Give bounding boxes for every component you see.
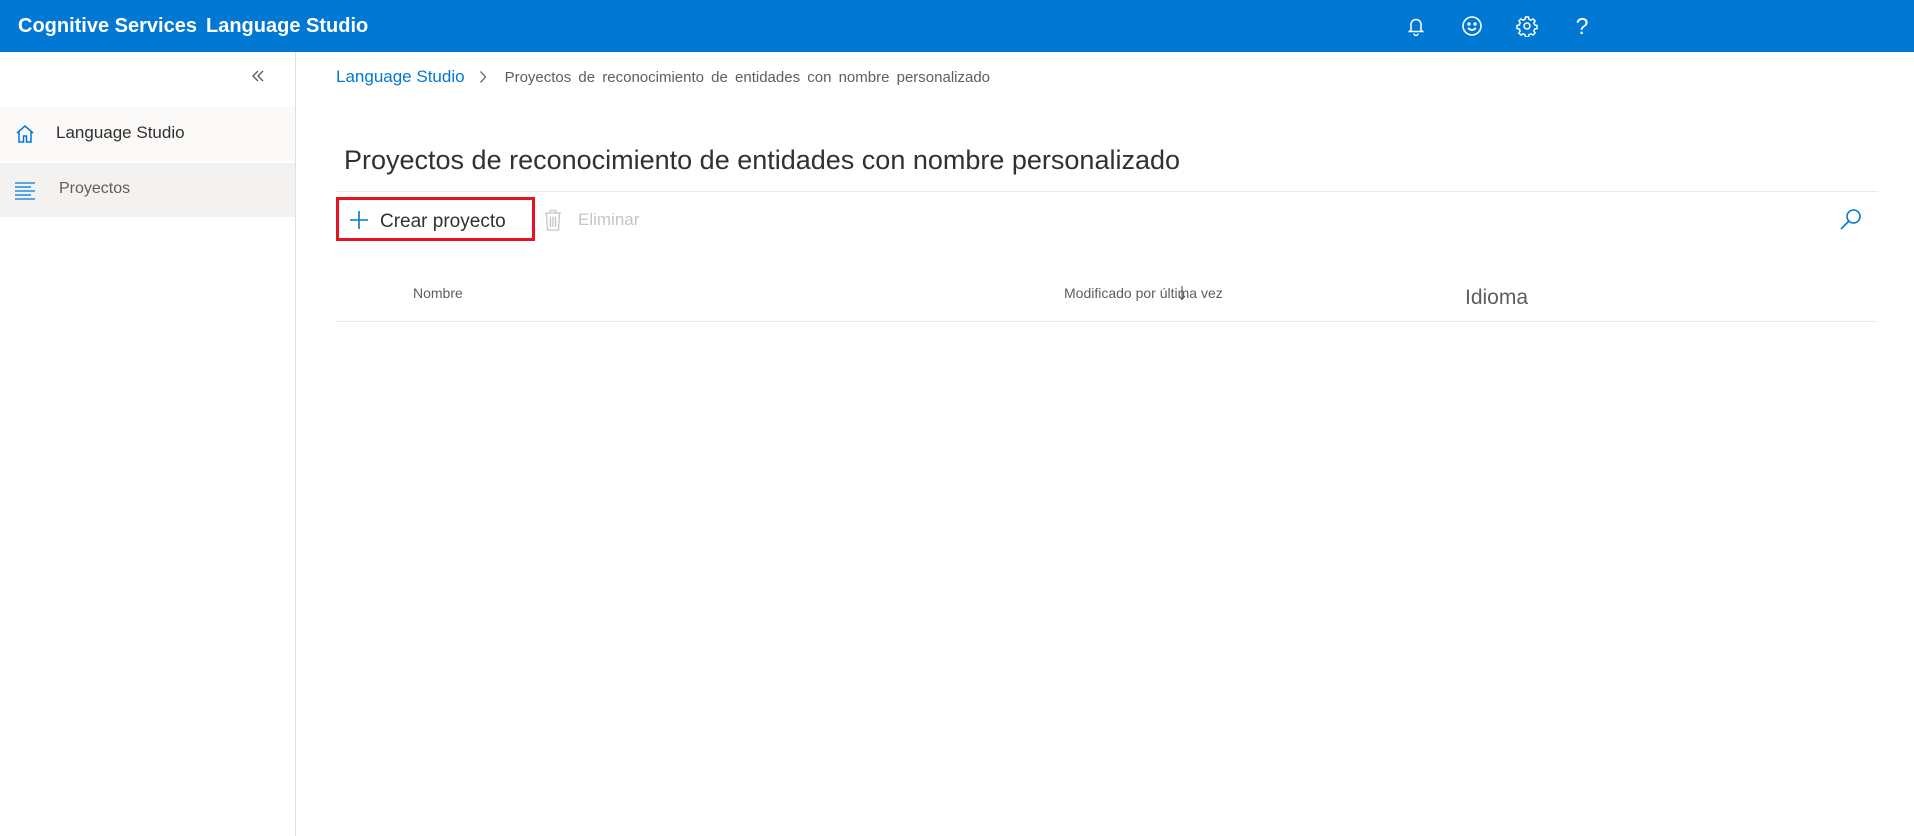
- brand-language-studio[interactable]: Language Studio: [206, 15, 368, 38]
- sidebar: Language Studio Proyectos: [0, 52, 296, 836]
- sidebar-item-label: Language Studio: [56, 123, 185, 142]
- column-header-nombre[interactable]: Nombre: [413, 285, 463, 301]
- sidebar-item-language-studio[interactable]: Language Studio: [0, 107, 295, 161]
- list-icon: [14, 179, 36, 201]
- column-header-idioma[interactable]: Idioma: [1465, 286, 1528, 310]
- delete-button[interactable]: Eliminar: [540, 205, 639, 235]
- sidebar-item-proyectos[interactable]: Proyectos: [0, 163, 295, 217]
- help-icon[interactable]: ?: [1570, 14, 1594, 38]
- divider: [336, 191, 1878, 192]
- plus-icon: [349, 210, 369, 230]
- top-bar: Cognitive Services Language Studio ?: [0, 0, 1914, 52]
- table-header-divider: [336, 321, 1878, 322]
- breadcrumb-link-language-studio[interactable]: Language Studio: [336, 67, 465, 87]
- page-title: Proyectos de reconocimiento de entidades…: [344, 145, 1181, 175]
- trash-icon: [544, 209, 562, 231]
- smiley-icon[interactable]: [1460, 14, 1484, 38]
- home-icon: [14, 123, 36, 145]
- chevron-right-icon: [479, 70, 491, 84]
- sort-down-arrow-icon: [1178, 285, 1186, 301]
- create-project-label: Crear proyecto: [380, 211, 506, 232]
- bell-icon[interactable]: [1404, 14, 1428, 38]
- double-chevron-left-icon[interactable]: [244, 63, 272, 89]
- delete-label: Eliminar: [578, 210, 640, 229]
- create-project-button[interactable]: Crear proyecto: [336, 197, 535, 241]
- breadcrumb-current: Proyectos de reconocimiento de entidades…: [504, 68, 991, 86]
- sidebar-item-label: Proyectos: [59, 180, 131, 197]
- column-header-modificado[interactable]: Modificado por última vez: [1064, 285, 1223, 301]
- search-icon[interactable]: [1838, 206, 1864, 232]
- brand-cognitive-services[interactable]: Cognitive Services: [18, 15, 197, 38]
- gear-icon[interactable]: [1515, 14, 1539, 38]
- breadcrumb: Language Studio Proyectos de reconocimie…: [336, 67, 990, 87]
